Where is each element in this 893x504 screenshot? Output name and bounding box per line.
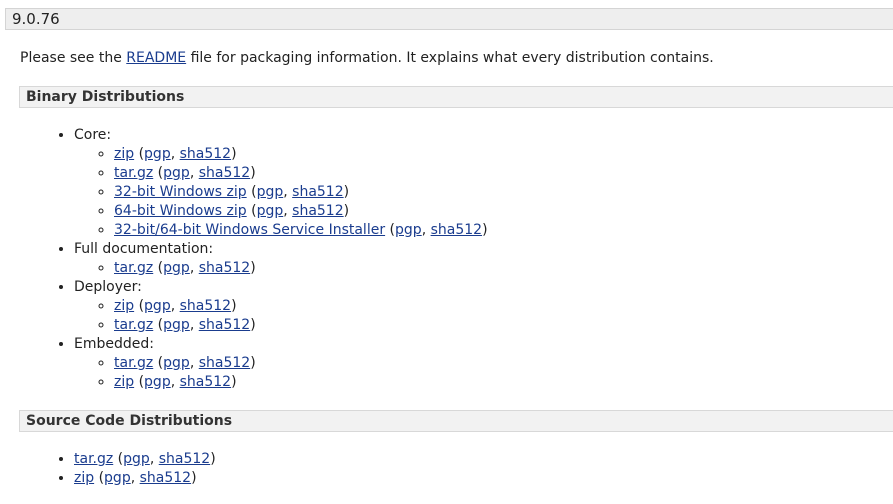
download-link[interactable]: tar.gz: [74, 451, 113, 467]
embedded-file-list: tar.gz (pgp, sha512) zip (pgp, sha512): [74, 354, 488, 392]
group-label: Deployer:: [74, 279, 142, 295]
pgp-link[interactable]: pgp: [123, 451, 150, 467]
download-link[interactable]: 64-bit Windows zip: [114, 203, 247, 219]
pgp-link[interactable]: pgp: [104, 470, 131, 486]
pgp-link[interactable]: pgp: [163, 165, 190, 181]
core-file-list: zip (pgp, sha512) tar.gz (pgp, sha512) 3…: [74, 145, 488, 240]
sha512-link[interactable]: sha512: [180, 146, 231, 162]
sha512-link[interactable]: sha512: [140, 470, 191, 486]
pgp-link[interactable]: pgp: [257, 184, 284, 200]
sha512-link[interactable]: sha512: [199, 317, 250, 333]
readme-link[interactable]: README: [126, 50, 186, 66]
file-item: zip (pgp, sha512): [74, 469, 216, 488]
binary-distributions-list: Core: zip (pgp, sha512) tar.gz (pgp, sha…: [56, 126, 488, 392]
sha512-link[interactable]: sha512: [180, 298, 231, 314]
download-link[interactable]: tar.gz: [114, 165, 153, 181]
pgp-link[interactable]: pgp: [144, 298, 171, 314]
group-label: Core:: [74, 127, 112, 143]
sha512-link[interactable]: sha512: [199, 355, 250, 371]
pgp-link[interactable]: pgp: [257, 203, 284, 219]
group-embedded: Embedded: tar.gz (pgp, sha512) zip (pgp,…: [74, 335, 488, 392]
source-distributions-list: tar.gz (pgp, sha512) zip (pgp, sha512): [56, 450, 216, 488]
sha512-link[interactable]: sha512: [292, 203, 343, 219]
group-full-documentation: Full documentation: tar.gz (pgp, sha512): [74, 240, 488, 278]
pgp-link[interactable]: pgp: [163, 260, 190, 276]
download-link[interactable]: zip: [114, 374, 134, 390]
version-heading: 9.0.76: [5, 8, 893, 30]
file-item: tar.gz (pgp, sha512): [74, 450, 216, 469]
group-label: Embedded:: [74, 336, 154, 352]
file-item: 32-bit/64-bit Windows Service Installer …: [114, 221, 488, 240]
binary-distributions-heading: Binary Distributions: [19, 86, 893, 108]
file-item: zip (pgp, sha512): [114, 297, 488, 316]
file-item: tar.gz (pgp, sha512): [114, 259, 488, 278]
download-link[interactable]: 32-bit Windows zip: [114, 184, 247, 200]
deployer-file-list: zip (pgp, sha512) tar.gz (pgp, sha512): [74, 297, 488, 335]
download-link[interactable]: zip: [114, 298, 134, 314]
sha512-link[interactable]: sha512: [431, 222, 482, 238]
file-item: 64-bit Windows zip (pgp, sha512): [114, 202, 488, 221]
intro-prefix: Please see the: [20, 50, 127, 66]
intro-paragraph: Please see the README file for packaging…: [20, 48, 714, 68]
group-deployer: Deployer: zip (pgp, sha512) tar.gz (pgp,…: [74, 278, 488, 335]
file-item: zip (pgp, sha512): [114, 373, 488, 392]
source-distributions-heading: Source Code Distributions: [19, 410, 893, 432]
download-link[interactable]: zip: [114, 146, 134, 162]
pgp-link[interactable]: pgp: [163, 355, 190, 371]
group-core: Core: zip (pgp, sha512) tar.gz (pgp, sha…: [74, 126, 488, 240]
file-item: tar.gz (pgp, sha512): [114, 354, 488, 373]
pgp-link[interactable]: pgp: [144, 374, 171, 390]
pgp-link[interactable]: pgp: [395, 222, 422, 238]
sha512-link[interactable]: sha512: [199, 165, 250, 181]
download-link[interactable]: tar.gz: [114, 260, 153, 276]
full-documentation-file-list: tar.gz (pgp, sha512): [74, 259, 488, 278]
download-link[interactable]: tar.gz: [114, 355, 153, 371]
pgp-link[interactable]: pgp: [163, 317, 190, 333]
sha512-link[interactable]: sha512: [199, 260, 250, 276]
file-item: zip (pgp, sha512): [114, 145, 488, 164]
group-label: Full documentation:: [74, 241, 214, 257]
sha512-link[interactable]: sha512: [292, 184, 343, 200]
file-item: 32-bit Windows zip (pgp, sha512): [114, 183, 488, 202]
intro-suffix: file for packaging information. It expla…: [186, 50, 714, 66]
download-link[interactable]: zip: [74, 470, 94, 486]
file-item: tar.gz (pgp, sha512): [114, 164, 488, 183]
download-link[interactable]: tar.gz: [114, 317, 153, 333]
download-link[interactable]: 32-bit/64-bit Windows Service Installer: [114, 222, 385, 238]
sha512-link[interactable]: sha512: [180, 374, 231, 390]
sha512-link[interactable]: sha512: [159, 451, 210, 467]
pgp-link[interactable]: pgp: [144, 146, 171, 162]
file-item: tar.gz (pgp, sha512): [114, 316, 488, 335]
